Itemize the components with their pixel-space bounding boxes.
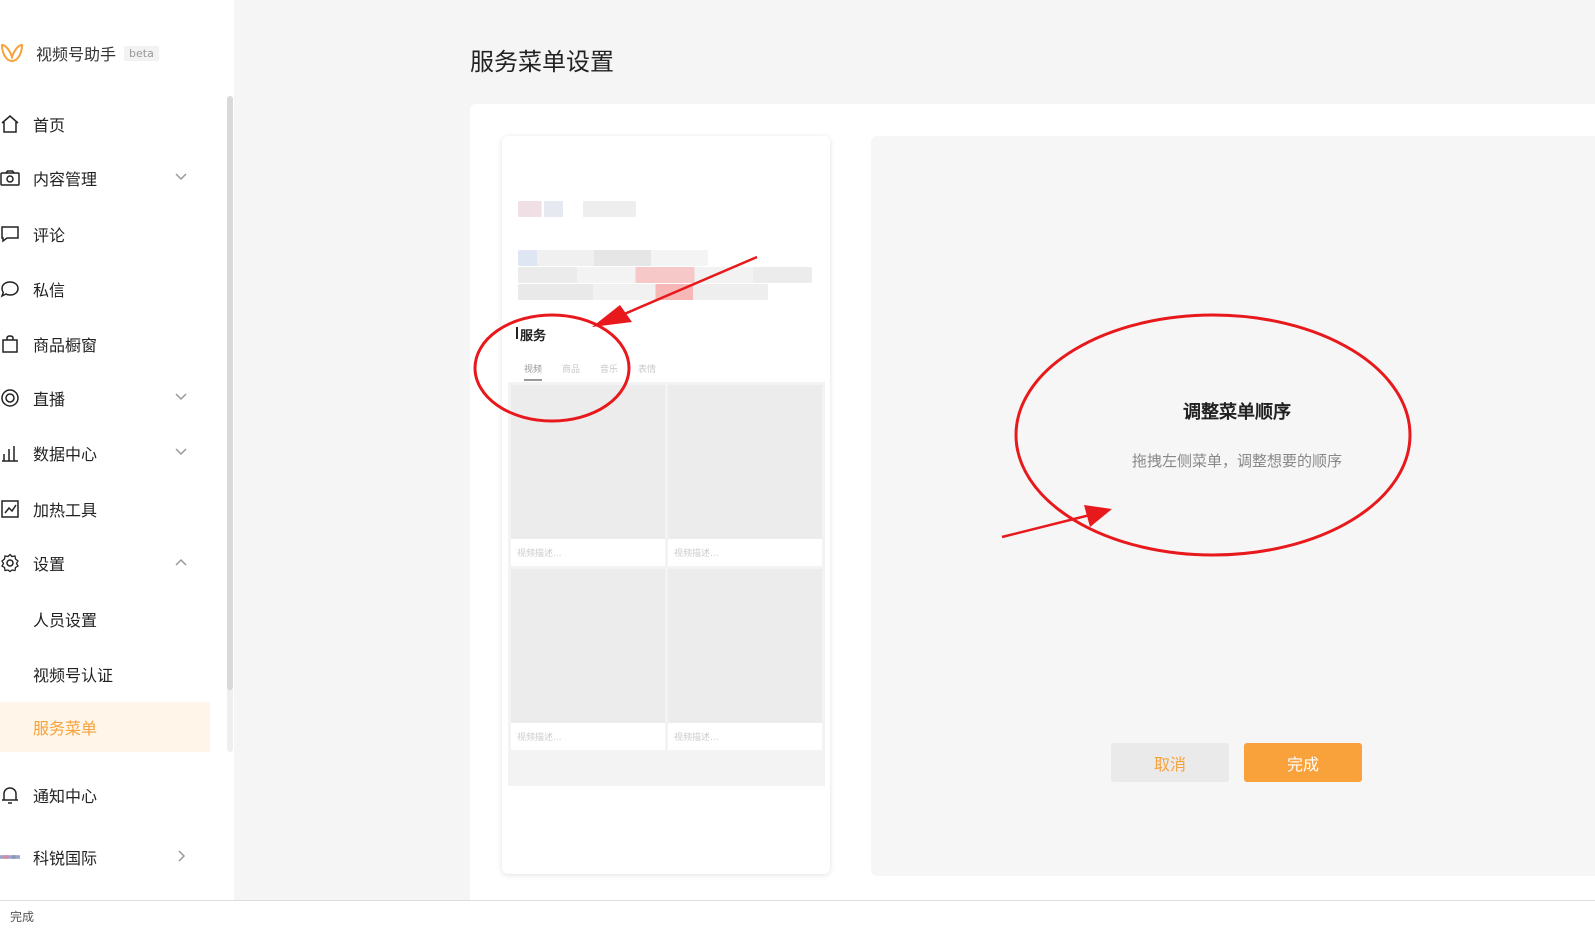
cancel-button[interactable]: 取消 <box>1111 743 1229 782</box>
nav-live[interactable]: 直播 <box>0 373 210 423</box>
nav-settings[interactable]: 设置 <box>0 538 210 588</box>
beta-badge: beta <box>124 45 159 61</box>
comment-icon <box>0 224 20 244</box>
video-thumbnail <box>668 569 822 723</box>
page-title: 服务菜单设置 <box>470 48 614 76</box>
tab-products[interactable]: 商品 <box>562 362 580 381</box>
nav-label: 直播 <box>33 390 66 409</box>
blurred-account-name <box>518 201 636 217</box>
nav-boost-tools[interactable]: 加热工具 <box>0 484 210 534</box>
nav-label: 人员设置 <box>33 611 98 630</box>
nav-home[interactable]: 首页 <box>0 99 210 149</box>
blurred-account-info-3 <box>518 284 768 300</box>
nav-label: 评论 <box>33 226 66 245</box>
video-thumbnail <box>511 569 665 723</box>
nav-staff-settings[interactable]: 人员设置 <box>0 594 210 644</box>
chevron-down-icon[interactable] <box>174 390 188 404</box>
live-icon <box>0 388 20 408</box>
nav-content-management[interactable]: 内容管理 <box>0 153 210 203</box>
sidebar: 视频号助手 beta 首页 内容管理 评论 私信 商品橱窗 直播 数据中心 加热… <box>0 0 234 900</box>
nav-label: 加热工具 <box>33 501 98 520</box>
nav-channel-verification[interactable]: 视频号认证 <box>0 649 210 699</box>
account-avatar-icon <box>0 847 20 867</box>
video-grid: 视频描述... 视频描述... 视频描述... 视频描述... <box>508 382 825 786</box>
nav-label: 服务菜单 <box>33 719 98 738</box>
blurred-account-info-2 <box>518 267 812 283</box>
nav-label: 科锐国际 <box>33 849 98 868</box>
nav-product-window[interactable]: 商品橱窗 <box>0 319 210 369</box>
chevron-up-icon[interactable] <box>174 555 188 569</box>
chevron-right-icon[interactable] <box>174 849 188 863</box>
hint-title: 调整菜单顺序 <box>1183 402 1291 423</box>
hint-subtitle: 拖拽左侧菜单，调整想要的顺序 <box>1131 452 1342 470</box>
butterfly-logo-icon <box>0 43 24 63</box>
nav-label: 首页 <box>33 116 66 135</box>
camera-icon <box>0 168 20 188</box>
preview-tabs: 视频 商品 音乐 表情 <box>524 362 676 381</box>
video-card[interactable]: 视频描述... <box>511 385 665 566</box>
service-menu-label[interactable]: 服务 <box>515 325 546 344</box>
tab-emoji[interactable]: 表情 <box>638 362 656 381</box>
video-description: 视频描述... <box>517 733 562 743</box>
nav-account[interactable]: 科锐国际 <box>0 832 210 882</box>
app-logo[interactable]: 视频号助手 beta <box>0 38 159 68</box>
scrollbar-thumb[interactable] <box>227 96 233 690</box>
nav-label: 商品橱窗 <box>33 336 98 355</box>
nav-label: 内容管理 <box>33 170 98 189</box>
video-card[interactable]: 视频描述... <box>511 569 665 750</box>
app-name: 视频号助手 <box>36 45 117 64</box>
blurred-account-info-1 <box>518 250 708 266</box>
video-card[interactable]: 视频描述... <box>668 385 822 566</box>
bar-chart-icon <box>0 443 20 463</box>
gear-icon <box>0 553 20 573</box>
video-description: 视频描述... <box>674 733 719 743</box>
video-thumbnail <box>511 385 665 539</box>
chat-bubble-icon <box>0 279 20 299</box>
done-button[interactable]: 完成 <box>1244 743 1362 782</box>
nav-label: 私信 <box>33 281 66 300</box>
nav-data-center[interactable]: 数据中心 <box>0 428 210 478</box>
video-thumbnail <box>668 385 822 539</box>
video-description: 视频描述... <box>674 549 719 559</box>
nav-label: 视频号认证 <box>33 666 114 685</box>
tab-music[interactable]: 音乐 <box>600 362 618 381</box>
browser-status-bar: 完成 <box>0 900 1595 929</box>
video-description: 视频描述... <box>517 549 562 559</box>
nav-messages[interactable]: 私信 <box>0 264 210 314</box>
phone-preview: 服务 视频 商品 音乐 表情 视频描述... 视频描述... 视频描述... 视… <box>502 136 830 874</box>
nav-comments[interactable]: 评论 <box>0 209 210 259</box>
chevron-down-icon[interactable] <box>174 170 188 184</box>
nav-service-menu[interactable]: 服务菜单 <box>0 702 210 752</box>
tab-video[interactable]: 视频 <box>524 362 543 381</box>
home-icon <box>0 114 20 134</box>
order-hint-area <box>871 136 1595 876</box>
trend-chart-icon <box>0 499 20 519</box>
status-text: 完成 <box>10 910 35 924</box>
nav-label: 通知中心 <box>33 787 98 806</box>
shopping-bag-icon <box>0 334 20 354</box>
nav-label: 数据中心 <box>33 445 98 464</box>
video-card[interactable]: 视频描述... <box>668 569 822 750</box>
chevron-down-icon[interactable] <box>174 445 188 459</box>
bell-icon <box>0 785 20 805</box>
nav-label: 设置 <box>33 555 66 574</box>
nav-notification-center[interactable]: 通知中心 <box>0 770 210 820</box>
